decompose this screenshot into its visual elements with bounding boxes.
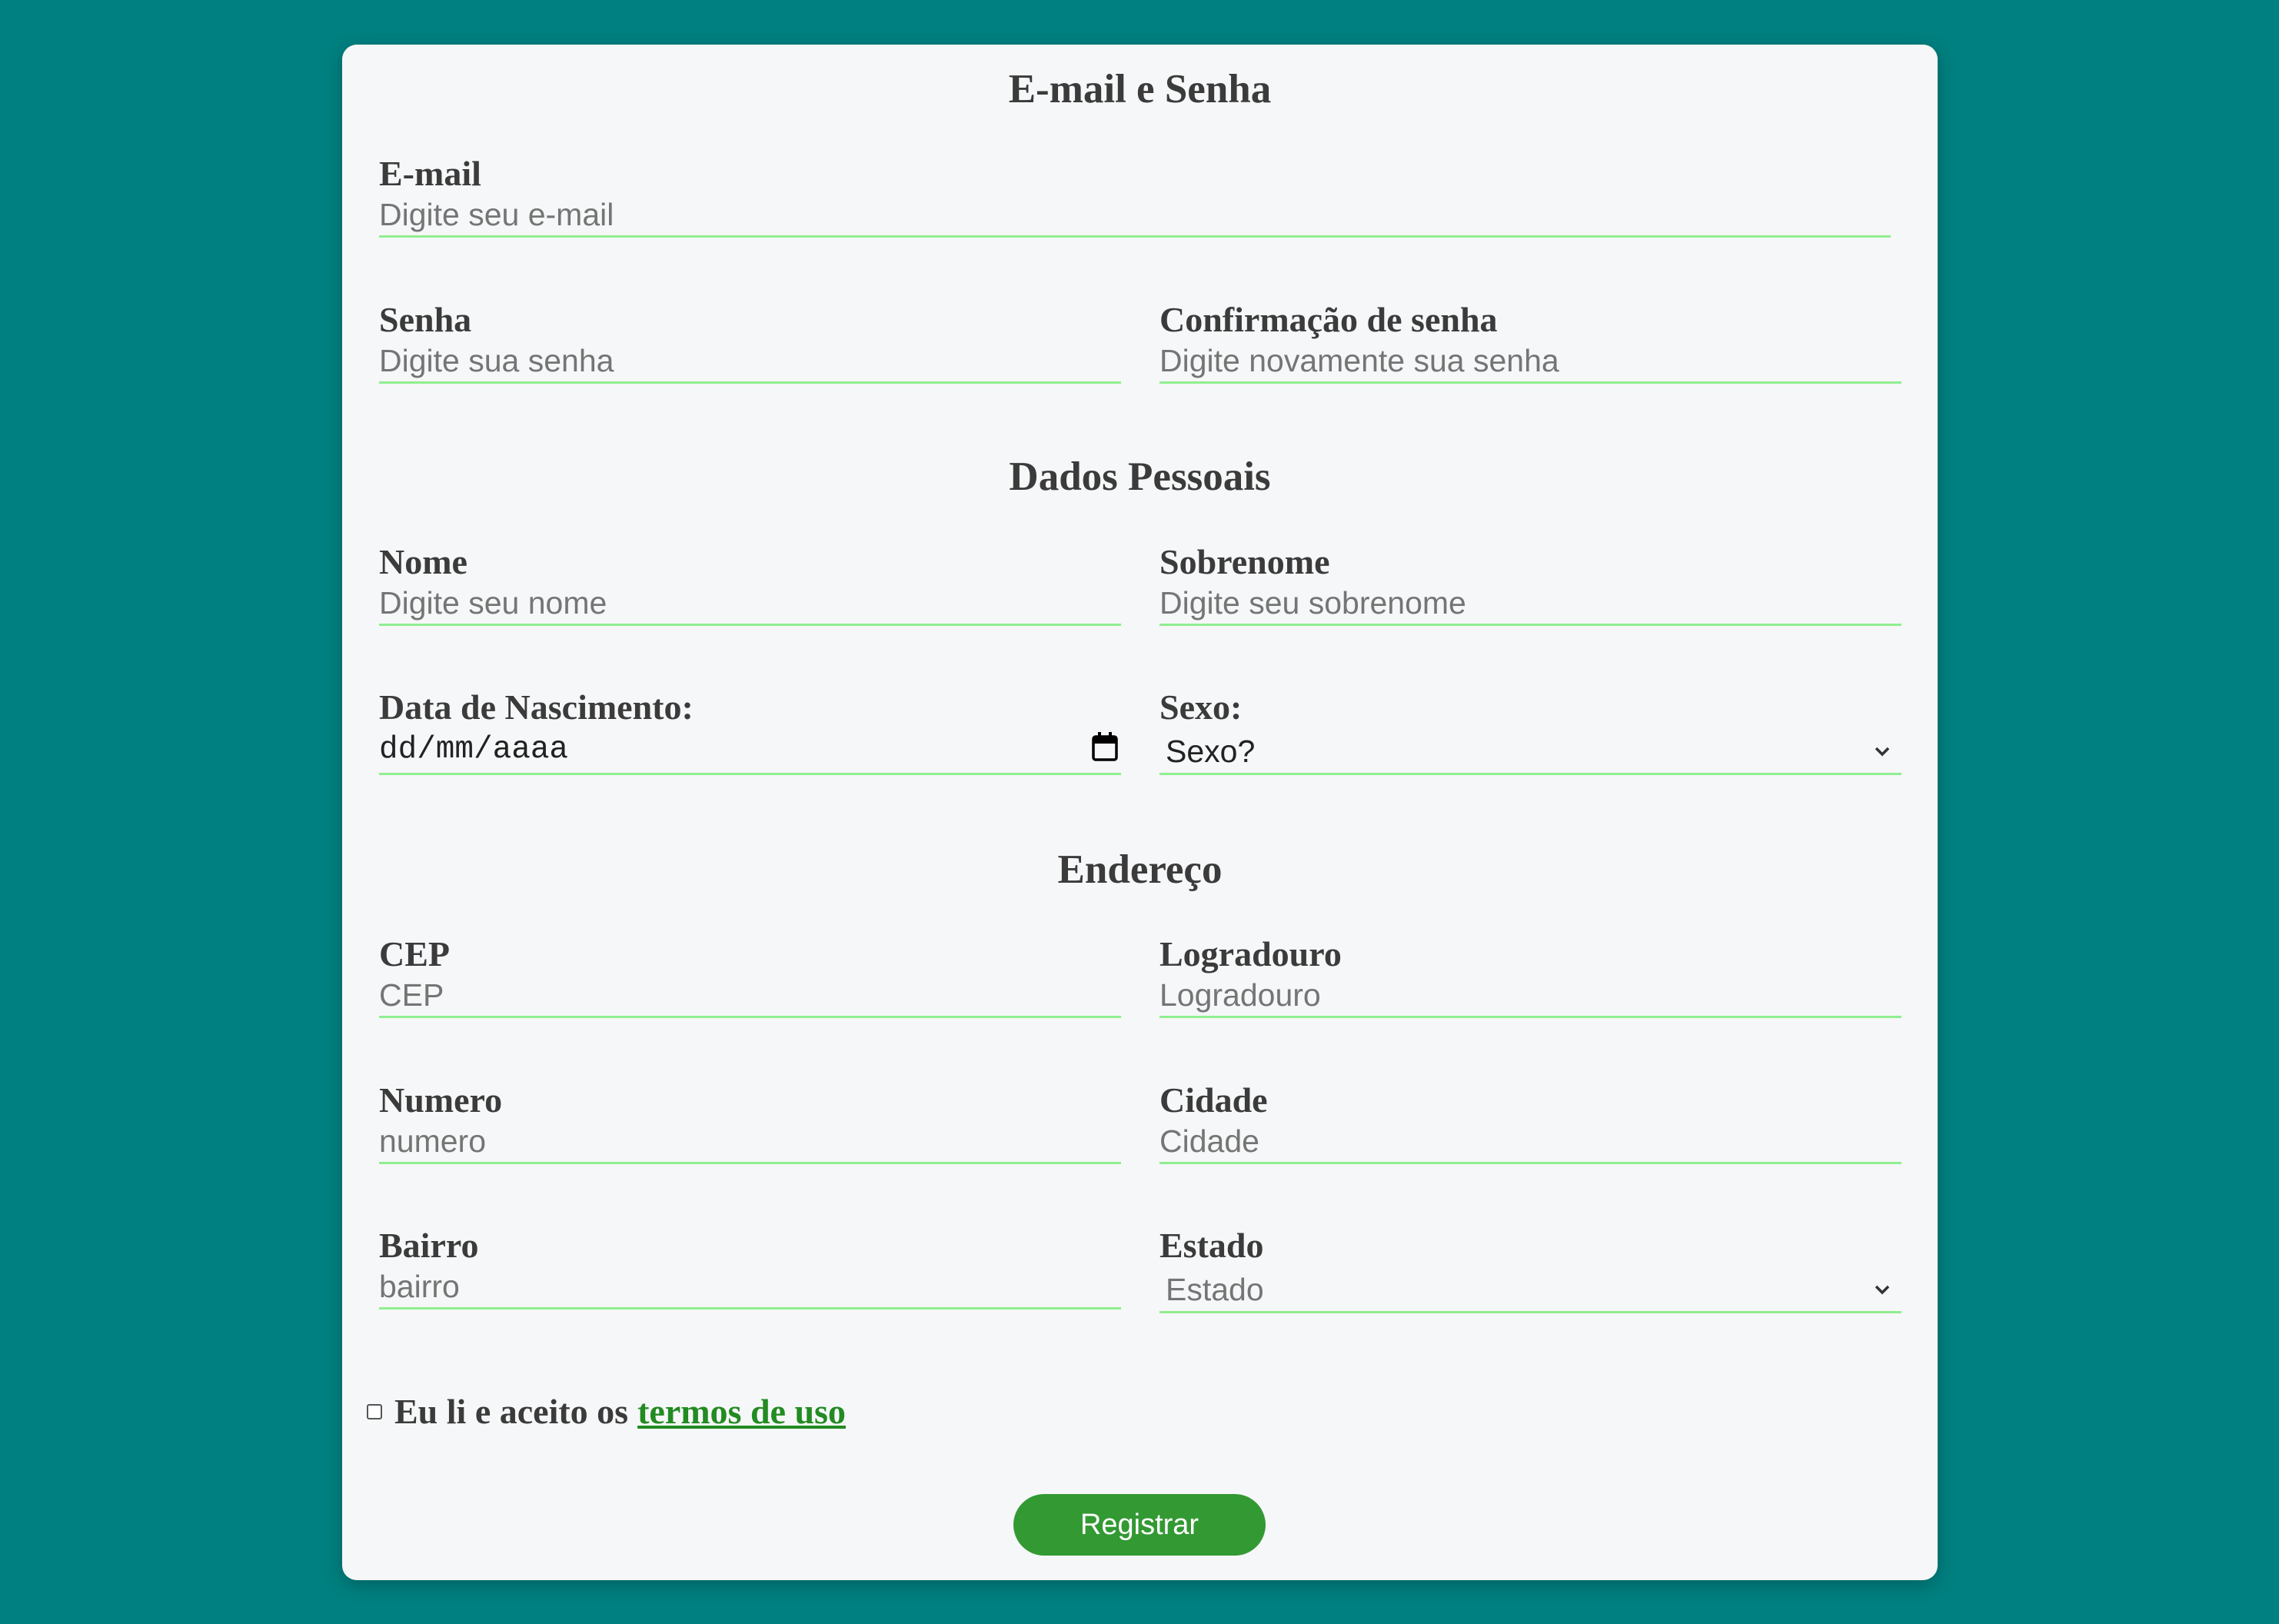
sex-group: Sexo: Sexo? <box>1159 687 1901 775</box>
birth-date-group: Data de Nascimento: dd/mm/aaaa <box>379 687 1121 775</box>
password-confirm-label: Confirmação de senha <box>1159 300 1498 339</box>
cep-input[interactable] <box>379 974 1121 1018</box>
terms-checkbox[interactable] <box>367 1404 382 1419</box>
email-group: E-mail <box>379 154 1891 238</box>
registration-form: E-mail e Senha E-mail Senha Confirmação … <box>342 45 1938 1580</box>
state-group: Estado Estado <box>1159 1226 1901 1313</box>
birth-date-label: Data de Nascimento: <box>379 687 694 727</box>
district-input[interactable] <box>379 1266 1121 1310</box>
sex-select-value: Sexo? <box>1166 734 1256 769</box>
email-input[interactable] <box>379 194 1891 238</box>
number-label: Numero <box>379 1080 503 1120</box>
cep-label: CEP <box>379 934 450 973</box>
first-name-input[interactable] <box>379 582 1121 626</box>
birth-date-input[interactable]: dd/mm/aaaa <box>379 727 1121 775</box>
city-label: Cidade <box>1159 1080 1268 1120</box>
terms-link[interactable]: termos de uso <box>637 1394 846 1429</box>
state-select-value: Estado <box>1166 1272 1264 1307</box>
terms-text: Eu li e aceito os <box>394 1392 629 1431</box>
last-name-group: Sobrenome <box>1159 542 1901 626</box>
street-label: Logradouro <box>1159 934 1342 973</box>
district-label: Bairro <box>379 1226 479 1265</box>
first-name-label: Nome <box>379 542 467 581</box>
first-name-group: Nome <box>379 542 1121 626</box>
password-input[interactable] <box>379 340 1121 384</box>
state-label: Estado <box>1159 1226 1264 1265</box>
sex-select[interactable]: Sexo? <box>1159 727 1901 775</box>
cep-group: CEP <box>379 934 1121 1018</box>
chevron-down-icon <box>1875 1285 1890 1295</box>
section-title-personal: Dados Pessoais <box>1009 454 1271 499</box>
password-group: Senha <box>379 300 1121 384</box>
section-title-credentials: E-mail e Senha <box>1008 67 1272 111</box>
last-name-label: Sobrenome <box>1159 542 1330 581</box>
state-select[interactable]: Estado <box>1159 1266 1901 1313</box>
street-input[interactable] <box>1159 974 1901 1018</box>
city-group: Cidade <box>1159 1080 1901 1164</box>
last-name-input[interactable] <box>1159 582 1901 626</box>
street-group: Logradouro <box>1159 934 1901 1018</box>
number-input[interactable] <box>379 1120 1121 1164</box>
city-input[interactable] <box>1159 1120 1901 1164</box>
calendar-icon[interactable] <box>1092 732 1118 761</box>
number-group: Numero <box>379 1080 1121 1164</box>
password-label: Senha <box>379 300 472 339</box>
terms-row: Eu li e aceito os termos de uso <box>367 1394 846 1429</box>
register-button[interactable]: Registrar <box>1013 1494 1266 1556</box>
birth-date-value: dd/mm/aaaa <box>379 732 569 767</box>
sex-label: Sexo: <box>1159 687 1243 727</box>
district-group: Bairro <box>379 1226 1121 1310</box>
password-confirm-group: Confirmação de senha <box>1159 300 1901 384</box>
email-label: E-mail <box>379 154 481 193</box>
section-title-address: Endereço <box>1057 847 1223 892</box>
chevron-down-icon <box>1875 747 1890 757</box>
password-confirm-input[interactable] <box>1159 340 1901 384</box>
